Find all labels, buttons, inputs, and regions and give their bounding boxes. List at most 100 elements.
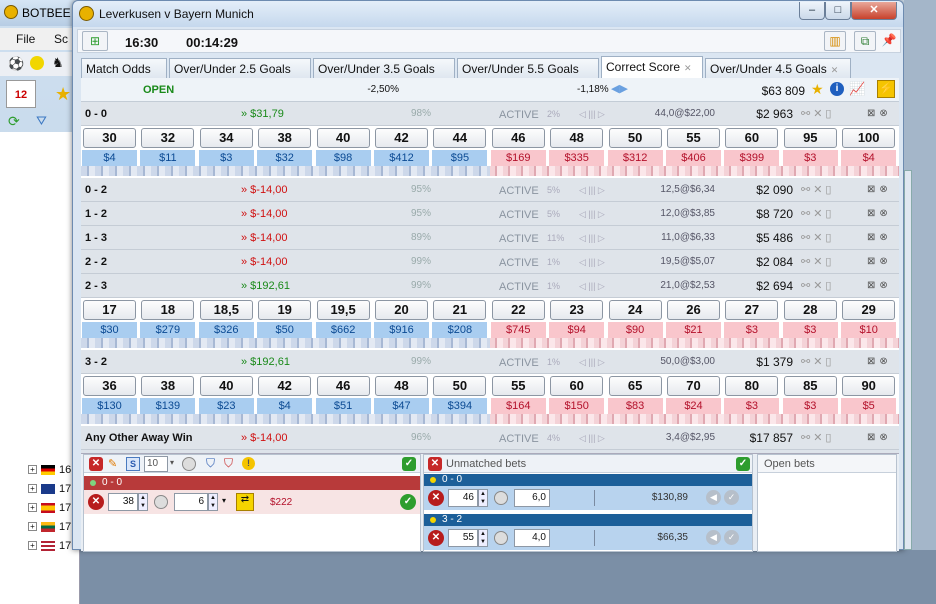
row-controls-icon[interactable]: ⊠⊗: [867, 256, 892, 267]
odds-button[interactable]: 50: [433, 376, 487, 396]
pen-icon[interactable]: ✎: [108, 457, 117, 470]
keep-icon[interactable]: ⇄: [236, 493, 254, 511]
odds-button[interactable]: 44: [433, 128, 487, 148]
back-price-cell[interactable]: 40 $98: [315, 126, 371, 166]
lay-price-cell[interactable]: 55 $164: [490, 374, 546, 414]
odds-button[interactable]: 28: [783, 300, 837, 320]
lay-price-cell[interactable]: 27 $3: [724, 298, 780, 338]
stake-selector[interactable]: 10: [144, 456, 168, 472]
odds-spinner[interactable]: ▲ ▼: [478, 489, 488, 507]
odds-button[interactable]: 18,5: [199, 300, 253, 320]
lay-price-cell[interactable]: 65 $83: [607, 374, 663, 414]
odds-button[interactable]: 55: [667, 128, 720, 148]
runner-tools-icon[interactable]: ⚯✕▯: [801, 207, 835, 220]
runner-row-3-2[interactable]: 3 - 2 » $192,61 99% ACTIVE 1% ◁ ||| ▷ 50…: [81, 350, 899, 374]
lay-price-cell[interactable]: 50 $312: [607, 126, 663, 166]
back-price-cell[interactable]: 18,5 $326: [198, 298, 254, 338]
odds-button[interactable]: 20: [375, 300, 428, 320]
odds-button[interactable]: 60: [725, 128, 779, 148]
odds-button[interactable]: 42: [258, 376, 312, 396]
odds-button[interactable]: 24: [608, 300, 662, 320]
odds-button[interactable]: 18: [141, 300, 195, 320]
tree-item-spain[interactable]: +17: [28, 498, 71, 517]
odds-button[interactable]: 48: [375, 376, 428, 396]
back-price-cell[interactable]: 38 $32: [257, 126, 313, 166]
cancel-bet-icon[interactable]: ✕: [428, 530, 444, 546]
unmatched-price-input[interactable]: 6,0: [514, 489, 550, 507]
odds-button[interactable]: 60: [550, 376, 604, 396]
unmatched-odds-input[interactable]: 55: [448, 529, 478, 547]
odds-button[interactable]: 30: [83, 128, 136, 148]
back-price-cell[interactable]: 19 $50: [257, 298, 313, 338]
back-price-cell[interactable]: 50 $394: [432, 374, 488, 414]
row-controls-icon[interactable]: ⊠⊗: [867, 184, 892, 195]
back-price-cell[interactable]: 42 $412: [374, 126, 429, 166]
odds-button[interactable]: 36: [83, 376, 136, 396]
back-price-cell[interactable]: 20 $916: [374, 298, 429, 338]
lay-price-cell[interactable]: 28 $3: [782, 298, 838, 338]
runner-tools-icon[interactable]: ⚯✕▯: [801, 431, 835, 444]
tree-item-lithuania[interactable]: +17: [28, 517, 71, 536]
bet-odds-input[interactable]: 38: [108, 493, 138, 511]
runner-row-2-2[interactable]: 2 - 2 » $-14,00 99% ACTIVE 1% ◁ ||| ▷ 19…: [81, 250, 899, 274]
lay-price-cell[interactable]: 22 $745: [490, 298, 546, 338]
odds-button[interactable]: 32: [141, 128, 195, 148]
stake-icon[interactable]: S: [126, 457, 140, 471]
back-price-cell[interactable]: 48 $47: [374, 374, 429, 414]
odds-button[interactable]: 17: [83, 300, 136, 320]
cancel-bet-icon[interactable]: ✕: [428, 490, 444, 506]
row-controls-icon[interactable]: ⊠⊗: [867, 208, 892, 219]
direction-arrows-icon[interactable]: ◀▶: [611, 82, 628, 95]
star-icon[interactable]: ★: [55, 84, 71, 105]
scrollbar[interactable]: [904, 170, 912, 550]
bet-stake-input[interactable]: 6: [174, 493, 208, 511]
odds-button[interactable]: 100: [842, 128, 896, 148]
runner-tools-icon[interactable]: ⚯✕▯: [801, 255, 835, 268]
calendar-icon[interactable]: 12: [6, 80, 36, 108]
runner-row-1-2[interactable]: 1 - 2 » $-14,00 95% ACTIVE 5% ◁ ||| ▷ 12…: [81, 202, 899, 226]
confirm-icon[interactable]: ✓: [724, 530, 739, 545]
chart-icon[interactable]: ▥: [824, 31, 846, 51]
tab-over-under-4-5[interactable]: Over/Under 4.5 Goals ✕: [705, 58, 851, 78]
runner-tools-icon[interactable]: ⚯✕▯: [801, 107, 835, 120]
cancel-all-icon[interactable]: ✕: [428, 457, 442, 471]
maximize-button[interactable]: □: [825, 2, 851, 20]
back-price-cell[interactable]: 34 $3: [198, 126, 254, 166]
lay-price-cell[interactable]: 90 $5: [841, 374, 897, 414]
back-price-cell[interactable]: 30 $4: [82, 126, 137, 166]
back-price-cell[interactable]: 18 $279: [140, 298, 196, 338]
warning-icon[interactable]: !: [242, 457, 255, 470]
ball-icon[interactable]: [30, 56, 44, 70]
odds-spinner[interactable]: ▲ ▼: [138, 493, 148, 511]
runner-row-0-2[interactable]: 0 - 2 » $-14,00 95% ACTIVE 5% ◁ ||| ▷ 12…: [81, 178, 899, 202]
odds-button[interactable]: 34: [199, 128, 253, 148]
odds-button[interactable]: 19,5: [316, 300, 370, 320]
odds-toggle-icon[interactable]: [154, 495, 168, 509]
lay-price-cell[interactable]: 95 $3: [782, 126, 838, 166]
runner-tools-icon[interactable]: ⚯✕▯: [801, 183, 835, 196]
odds-button[interactable]: 40: [316, 128, 370, 148]
odds-button[interactable]: 90: [842, 376, 896, 396]
runner-row-0-0[interactable]: 0 - 0 » $31,79 98% ACTIVE 2% ◁ ||| ▷ 44,…: [81, 102, 899, 126]
filter-icon[interactable]: ⛛: [36, 113, 47, 129]
tab-match-odds[interactable]: Match Odds: [81, 58, 167, 78]
shield-red-icon[interactable]: ⛉: [224, 456, 233, 471]
close-tab-icon[interactable]: ✕: [684, 63, 692, 73]
odds-button[interactable]: 38: [141, 376, 195, 396]
stake-dropdown-icon[interactable]: ▾: [222, 496, 226, 505]
odds-button[interactable]: 40: [199, 376, 253, 396]
runner-tools-icon[interactable]: ⚯✕▯: [801, 231, 835, 244]
tab-over-under-5-5[interactable]: Over/Under 5.5 Goals: [457, 58, 599, 78]
lay-price-cell[interactable]: 48 $335: [549, 126, 605, 166]
minimize-button[interactable]: –: [799, 2, 825, 20]
lay-price-cell[interactable]: 55 $406: [666, 126, 721, 166]
lay-price-cell[interactable]: 100 $4: [841, 126, 897, 166]
add-market-icon[interactable]: ⊞: [82, 31, 108, 51]
odds-button[interactable]: 55: [491, 376, 545, 396]
odds-button[interactable]: 21: [433, 300, 487, 320]
new-window-icon[interactable]: ⧉: [854, 31, 876, 51]
graph-icon[interactable]: 📈: [849, 81, 865, 97]
runner-tools-icon[interactable]: ⚯✕▯: [801, 355, 835, 368]
lay-price-cell[interactable]: 26 $21: [666, 298, 721, 338]
odds-button[interactable]: 38: [258, 128, 312, 148]
